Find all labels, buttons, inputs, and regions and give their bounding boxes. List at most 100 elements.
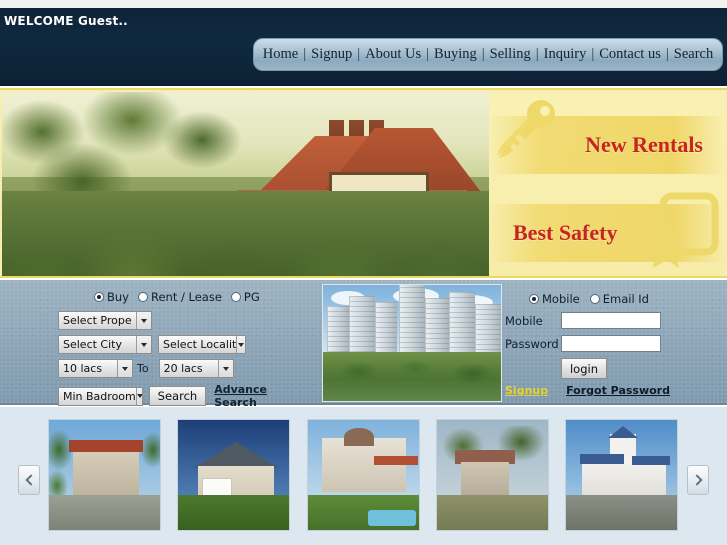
featured-apartment-image <box>322 284 502 402</box>
price-to-label: To <box>137 362 149 375</box>
chevron-right-icon <box>690 474 703 486</box>
select-value: 20 lacs <box>163 362 203 375</box>
nav-item-search[interactable]: Search <box>670 46 717 63</box>
nav-item-contact-us[interactable]: Contact us <box>595 46 665 63</box>
login-button-row: login <box>561 358 720 379</box>
carousel-next-button[interactable] <box>687 465 709 495</box>
nav-item-signup[interactable]: Signup <box>307 46 356 63</box>
property-search-form: Buy Rent / Lease PG Select Prope Select … <box>58 290 313 414</box>
select-value: Select City <box>63 338 122 351</box>
locality-select[interactable]: Select Localit <box>158 335 246 354</box>
mobile-label: Mobile <box>505 313 543 328</box>
radio-label: Buy <box>107 290 129 304</box>
forgot-password-link[interactable]: Forgot Password <box>566 384 670 397</box>
hero-banner: New Rentals Best Safety <box>0 88 727 278</box>
signup-link[interactable]: Signup <box>505 384 548 397</box>
carousel-item[interactable] <box>177 419 291 531</box>
radio-option-email-id[interactable]: Email Id <box>589 292 649 306</box>
property-type-select[interactable]: Select Prope <box>58 311 152 330</box>
advance-search-link[interactable]: Advance Search <box>214 383 313 409</box>
promo-label: Best Safety <box>513 220 618 245</box>
radio-label: Mobile <box>542 292 580 306</box>
apartment-tower <box>375 302 397 353</box>
nav-item-inquiry[interactable]: Inquiry <box>540 46 591 63</box>
page-root: WELCOME Guest.. Home | Signup | About Us… <box>0 0 727 545</box>
radio-option-buy[interactable]: Buy <box>94 290 129 304</box>
bedroom-select[interactable]: Min Badroom <box>58 386 143 406</box>
price-max-select[interactable]: 20 lacs <box>158 359 234 378</box>
thumb-roof <box>632 456 670 465</box>
carousel-item[interactable] <box>48 419 161 531</box>
thumb-roof <box>69 440 143 452</box>
radio-label: PG <box>243 290 260 304</box>
city-select[interactable]: Select City <box>58 335 152 354</box>
thumb-turret <box>343 428 374 446</box>
select-value: Select Prope <box>63 314 132 327</box>
radio-option-mobile[interactable]: Mobile <box>529 292 580 306</box>
mobile-row: Mobile <box>505 312 720 329</box>
login-form: Mobile Email Id Mobile Password login Si… <box>505 292 720 397</box>
carousel-item[interactable] <box>435 419 549 531</box>
apartment-tower <box>399 285 425 353</box>
thumb-pool <box>367 510 416 526</box>
apartment-tower <box>449 292 475 353</box>
radio-indicator <box>137 292 148 302</box>
apartment-garden <box>323 352 501 401</box>
top-strip <box>0 0 727 8</box>
chevron-down-icon <box>236 336 245 353</box>
banner-hedges <box>2 191 489 276</box>
carousel-prev-button[interactable] <box>18 465 40 495</box>
search-button[interactable]: Search <box>148 386 207 406</box>
search-login-band: Buy Rent / Lease PG Select Prope Select … <box>0 280 727 409</box>
deal-type-radio-group: Buy Rent / Lease PG <box>94 290 313 304</box>
chevron-down-icon <box>217 360 233 377</box>
apartment-tower <box>475 304 501 353</box>
nav-item-about-us[interactable]: About Us <box>361 46 425 63</box>
nav-item-selling[interactable]: Selling <box>486 46 535 63</box>
property-carousel <box>0 407 727 545</box>
mobile-input[interactable] <box>561 312 661 329</box>
location-row: Select City Select Localit <box>58 335 313 354</box>
promo-label: New Rentals <box>585 132 703 157</box>
nav-item-buying[interactable]: Buying <box>430 46 481 63</box>
chevron-down-icon <box>117 360 132 377</box>
login-links-row: Signup Forgot Password <box>505 384 720 397</box>
apartment-tower <box>425 298 449 353</box>
thumb-ground <box>49 494 160 530</box>
main-navigation: Home | Signup | About Us | Buying | Sell… <box>253 38 723 71</box>
radio-label: Email Id <box>602 292 649 306</box>
radio-indicator <box>94 292 104 302</box>
radio-option-rent-lease[interactable]: Rent / Lease <box>137 290 222 304</box>
price-min-select[interactable]: 10 lacs <box>58 359 133 378</box>
banner-house-photo <box>2 92 489 276</box>
radio-indicator <box>230 292 241 302</box>
banner-promo-panel: New Rentals Best Safety <box>489 92 725 276</box>
radio-indicator <box>529 294 539 304</box>
radio-label: Rent / Lease <box>150 290 222 304</box>
thumb-ground <box>178 494 290 530</box>
password-label: Password <box>505 336 559 351</box>
password-row: Password <box>505 335 720 352</box>
carousel-item[interactable] <box>306 419 420 531</box>
login-button[interactable]: login <box>561 358 607 379</box>
certificate-icon <box>653 192 719 268</box>
bedroom-search-row: Min Badroom Search Advance Search <box>58 383 313 409</box>
nav-list: Home | Signup | About Us | Buying | Sell… <box>259 46 717 63</box>
site-header: WELCOME Guest.. Home | Signup | About Us… <box>0 8 727 86</box>
promo-new-rentals[interactable]: New Rentals <box>489 116 725 174</box>
select-value: 10 lacs <box>63 362 103 375</box>
thumb-roof <box>580 454 624 464</box>
radio-option-pg[interactable]: PG <box>230 290 260 304</box>
chevron-down-icon <box>135 387 142 405</box>
radio-indicator <box>589 294 600 304</box>
password-input[interactable] <box>561 335 661 352</box>
chevron-down-icon <box>136 336 151 353</box>
property-type-row: Select Prope <box>58 311 313 330</box>
thumb-ground <box>436 494 548 530</box>
welcome-text: WELCOME Guest.. <box>4 14 128 28</box>
nav-item-home[interactable]: Home <box>259 46 302 63</box>
chevron-left-icon <box>24 474 37 486</box>
chevron-down-icon <box>136 312 151 329</box>
carousel-item[interactable] <box>565 419 678 531</box>
thumb-building <box>321 438 406 492</box>
